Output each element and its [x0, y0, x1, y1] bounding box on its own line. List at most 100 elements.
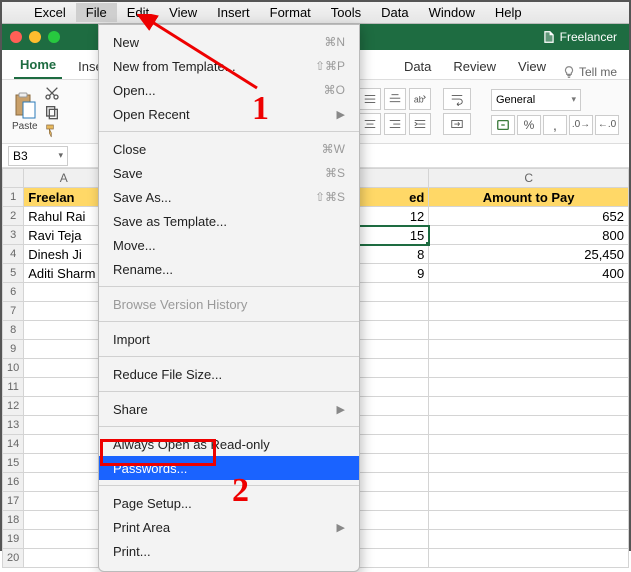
- cell[interactable]: [24, 378, 104, 397]
- align-center-btn[interactable]: [359, 113, 381, 135]
- cell[interactable]: [24, 321, 104, 340]
- align-bot-btn[interactable]: [384, 88, 406, 110]
- cell[interactable]: [24, 302, 104, 321]
- row-header[interactable]: 8: [3, 321, 24, 340]
- number-format-select[interactable]: General▾: [491, 89, 581, 111]
- cell[interactable]: [429, 378, 629, 397]
- cell[interactable]: [429, 454, 629, 473]
- orientation-btn[interactable]: ab: [409, 88, 431, 110]
- zoom-window-button[interactable]: [48, 31, 60, 43]
- cut-icon[interactable]: [44, 85, 60, 101]
- row-header[interactable]: 2: [3, 207, 24, 226]
- row-header[interactable]: 14: [3, 435, 24, 454]
- cell[interactable]: [429, 435, 629, 454]
- menu-item-save[interactable]: Save⌘S: [99, 161, 359, 185]
- row-header[interactable]: 11: [3, 378, 24, 397]
- minimize-window-button[interactable]: [29, 31, 41, 43]
- paste-group[interactable]: Paste: [12, 92, 38, 132]
- cell[interactable]: Freelan: [24, 188, 104, 207]
- menu-item-save-as[interactable]: Save As...⇧⌘S: [99, 185, 359, 209]
- cell[interactable]: [429, 511, 629, 530]
- menubar-edit[interactable]: Edit: [117, 3, 159, 22]
- cell[interactable]: [429, 492, 629, 511]
- row-header[interactable]: 13: [3, 416, 24, 435]
- menu-item-passwords[interactable]: Passwords...: [99, 456, 359, 480]
- col-header-c[interactable]: C: [429, 169, 629, 188]
- comma-btn[interactable]: ,: [543, 115, 567, 135]
- row-header[interactable]: 4: [3, 245, 24, 264]
- dec-decimal-btn[interactable]: ←.0: [595, 115, 619, 135]
- cell[interactable]: [429, 359, 629, 378]
- cell[interactable]: [429, 302, 629, 321]
- menu-item-open-recent[interactable]: Open Recent▶: [99, 102, 359, 126]
- cell[interactable]: Aditi Sharm: [24, 264, 104, 283]
- tab-review[interactable]: Review: [447, 54, 502, 79]
- cell[interactable]: [24, 340, 104, 359]
- menubar-tools[interactable]: Tools: [321, 3, 371, 22]
- row-header[interactable]: 7: [3, 302, 24, 321]
- row-header[interactable]: 17: [3, 492, 24, 511]
- align-right-btn[interactable]: [384, 113, 406, 135]
- row-header[interactable]: 20: [3, 549, 24, 568]
- row-header[interactable]: 18: [3, 511, 24, 530]
- cell[interactable]: [429, 530, 629, 549]
- row-header[interactable]: 5: [3, 264, 24, 283]
- wrap-text-btn[interactable]: [443, 88, 471, 110]
- menubar-app[interactable]: Excel: [24, 3, 76, 22]
- merge-btn[interactable]: [443, 113, 471, 135]
- menubar-view[interactable]: View: [159, 3, 207, 22]
- row-header[interactable]: 6: [3, 283, 24, 302]
- row-header[interactable]: 10: [3, 359, 24, 378]
- col-header-a[interactable]: A: [24, 169, 104, 188]
- menu-item-import[interactable]: Import: [99, 327, 359, 351]
- cell[interactable]: [24, 530, 104, 549]
- menu-item-print-area[interactable]: Print Area▶: [99, 515, 359, 539]
- menubar-file[interactable]: File: [76, 3, 117, 22]
- cell[interactable]: Dinesh Ji: [24, 245, 104, 264]
- menubar-data[interactable]: Data: [371, 3, 418, 22]
- cell[interactable]: 400: [429, 264, 629, 283]
- cell[interactable]: Ravi Teja: [24, 226, 104, 245]
- row-header[interactable]: 3: [3, 226, 24, 245]
- cell[interactable]: [429, 340, 629, 359]
- cell[interactable]: [24, 416, 104, 435]
- tell-me[interactable]: Tell me: [562, 65, 617, 79]
- cell[interactable]: Rahul Rai: [24, 207, 104, 226]
- row-header[interactable]: 1: [3, 188, 24, 207]
- cell[interactable]: Amount to Pay: [429, 188, 629, 207]
- menubar-help[interactable]: Help: [485, 3, 532, 22]
- menu-item-reduce-file-size[interactable]: Reduce File Size...: [99, 362, 359, 386]
- menu-item-always-open-as-read-only[interactable]: Always Open as Read-only: [99, 432, 359, 456]
- cell[interactable]: [429, 283, 629, 302]
- cell[interactable]: [24, 454, 104, 473]
- menu-item-page-setup[interactable]: Page Setup...: [99, 491, 359, 515]
- cell[interactable]: 652: [429, 207, 629, 226]
- menubar-format[interactable]: Format: [260, 3, 321, 22]
- menu-item-close[interactable]: Close⌘W: [99, 137, 359, 161]
- cell[interactable]: [429, 473, 629, 492]
- name-box[interactable]: B3▾: [8, 146, 68, 166]
- cell[interactable]: [24, 435, 104, 454]
- cell[interactable]: [24, 492, 104, 511]
- menu-item-save-as-template[interactable]: Save as Template...: [99, 209, 359, 233]
- row-header[interactable]: 12: [3, 397, 24, 416]
- cell[interactable]: [429, 397, 629, 416]
- cell[interactable]: [24, 473, 104, 492]
- menu-item-rename[interactable]: Rename...: [99, 257, 359, 281]
- menu-item-print[interactable]: Print...: [99, 539, 359, 563]
- indent-btn[interactable]: [409, 113, 431, 135]
- align-mid-btn[interactable]: [359, 88, 381, 110]
- row-header[interactable]: 15: [3, 454, 24, 473]
- menu-item-new[interactable]: New⌘N: [99, 30, 359, 54]
- cell[interactable]: [429, 549, 629, 568]
- tab-data[interactable]: Data: [398, 54, 437, 79]
- tab-view[interactable]: View: [512, 54, 552, 79]
- cell[interactable]: [24, 511, 104, 530]
- row-header[interactable]: 16: [3, 473, 24, 492]
- copy-icon[interactable]: [44, 104, 60, 120]
- menu-item-move[interactable]: Move...: [99, 233, 359, 257]
- percent-btn[interactable]: %: [517, 115, 541, 135]
- row-header[interactable]: 9: [3, 340, 24, 359]
- menubar-window[interactable]: Window: [419, 3, 485, 22]
- menu-item-open[interactable]: Open...⌘O: [99, 78, 359, 102]
